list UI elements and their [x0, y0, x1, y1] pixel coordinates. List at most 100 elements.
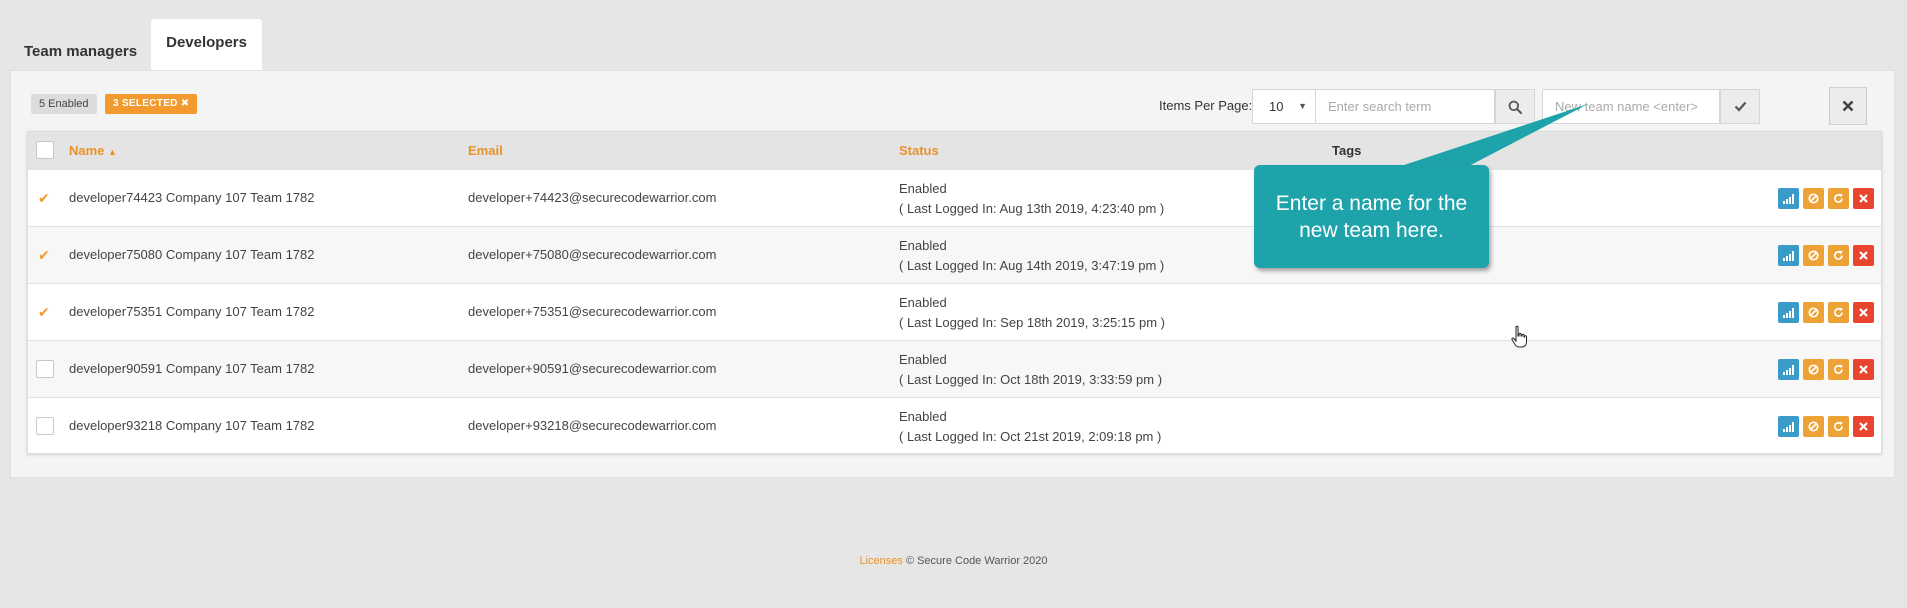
- times-icon: [1842, 100, 1854, 112]
- caret-down-icon: ▼: [1298, 101, 1307, 111]
- enabled-count-badge: 5 Enabled: [31, 94, 97, 114]
- delete-button[interactable]: [1853, 416, 1874, 437]
- reset-button[interactable]: [1828, 302, 1849, 323]
- row-name: developer75351 Company 107 Team 1782: [69, 304, 315, 319]
- table-row[interactable]: ✔ developer75351 Company 107 Team 1782 d…: [28, 283, 1881, 340]
- developers-table: Name ▲ Email Status Tags ✔ developer7442…: [27, 131, 1882, 454]
- row-email: developer+74423@securecodewarrior.com: [468, 190, 717, 205]
- developers-panel: 5 Enabled 3 SELECTED ✖ Items Per Page: 10…: [10, 70, 1895, 478]
- disable-button[interactable]: [1803, 188, 1824, 209]
- row-status: Enabled: [899, 409, 947, 424]
- refresh-icon: [1834, 421, 1843, 431]
- table-row[interactable]: developer90591 Company 107 Team 1782 dev…: [28, 340, 1881, 397]
- copyright-text: © Secure Code Warrior 2020: [905, 555, 1048, 567]
- reset-button[interactable]: [1828, 188, 1849, 209]
- delete-button[interactable]: [1853, 188, 1874, 209]
- column-header-tags: Tags: [1332, 143, 1362, 158]
- check-icon: [1734, 101, 1746, 112]
- disable-button[interactable]: [1803, 245, 1824, 266]
- row-status: Enabled: [899, 181, 947, 196]
- ban-icon: [1808, 307, 1819, 318]
- ban-icon: [1808, 193, 1819, 204]
- times-icon: [1859, 422, 1868, 431]
- new-team-name-input[interactable]: New team name <enter>: [1542, 89, 1720, 124]
- items-per-page-select[interactable]: 10 ▼: [1252, 89, 1316, 124]
- stats-button[interactable]: [1778, 416, 1799, 437]
- table-header: Name ▲ Email Status Tags: [28, 132, 1881, 169]
- refresh-icon: [1834, 364, 1843, 374]
- row-actions: [1778, 245, 1874, 266]
- checked-icon[interactable]: ✔: [38, 247, 50, 264]
- stats-icon: [1783, 364, 1794, 375]
- search-icon: [1508, 100, 1522, 114]
- row-checkbox[interactable]: [36, 360, 54, 378]
- reset-button[interactable]: [1828, 245, 1849, 266]
- reset-button[interactable]: [1828, 416, 1849, 437]
- stats-button[interactable]: [1778, 302, 1799, 323]
- column-header-email[interactable]: Email: [468, 143, 503, 158]
- close-button[interactable]: [1829, 87, 1867, 125]
- row-email: developer+75351@securecodewarrior.com: [468, 304, 717, 319]
- search-button[interactable]: [1495, 89, 1535, 124]
- footer: Licenses © Secure Code Warrior 2020: [0, 555, 1907, 567]
- stats-button[interactable]: [1778, 359, 1799, 380]
- delete-button[interactable]: [1853, 245, 1874, 266]
- stats-icon: [1783, 193, 1794, 204]
- row-actions: [1778, 302, 1874, 323]
- tab-bar: Team managers Developers: [10, 19, 262, 72]
- selected-count-badge[interactable]: 3 SELECTED ✖: [105, 94, 198, 114]
- row-email: developer+93218@securecodewarrior.com: [468, 418, 717, 433]
- tab-team-managers[interactable]: Team managers: [10, 19, 151, 72]
- stats-icon: [1783, 421, 1794, 432]
- stats-button[interactable]: [1778, 245, 1799, 266]
- row-name: developer93218 Company 107 Team 1782: [69, 418, 315, 433]
- callout-text: Enter a name for the new team here.: [1275, 191, 1468, 242]
- row-last-login: ( Last Logged In: Sep 18th 2019, 3:25:15…: [899, 315, 1165, 330]
- checked-icon[interactable]: ✔: [38, 190, 50, 207]
- table-row[interactable]: developer93218 Company 107 Team 1782 dev…: [28, 397, 1881, 454]
- stats-icon: [1783, 250, 1794, 261]
- selected-count-label: 3 SELECTED: [113, 98, 178, 109]
- ban-icon: [1808, 421, 1819, 432]
- select-all-checkbox[interactable]: [36, 141, 54, 159]
- table-row[interactable]: ✔ developer75080 Company 107 Team 1782 d…: [28, 226, 1881, 283]
- row-name: developer75080 Company 107 Team 1782: [69, 247, 315, 262]
- row-last-login: ( Last Logged In: Aug 14th 2019, 3:47:19…: [899, 258, 1165, 273]
- times-icon: [1859, 308, 1868, 317]
- table-row[interactable]: ✔ developer74423 Company 107 Team 1782 d…: [28, 169, 1881, 226]
- times-icon: [1859, 365, 1868, 374]
- row-email: developer+90591@securecodewarrior.com: [468, 361, 717, 376]
- checked-icon[interactable]: ✔: [38, 304, 50, 321]
- disable-button[interactable]: [1803, 359, 1824, 380]
- row-last-login: ( Last Logged In: Aug 13th 2019, 4:23:40…: [899, 201, 1165, 216]
- column-header-status[interactable]: Status: [899, 143, 939, 158]
- row-last-login: ( Last Logged In: Oct 21st 2019, 2:09:18…: [899, 429, 1162, 444]
- tab-developers[interactable]: Developers: [151, 19, 262, 72]
- hand-cursor-icon: [1511, 325, 1527, 348]
- stats-button[interactable]: [1778, 188, 1799, 209]
- row-name: developer90591 Company 107 Team 1782: [69, 361, 315, 376]
- ban-icon: [1808, 364, 1819, 375]
- row-status: Enabled: [899, 352, 947, 367]
- times-icon[interactable]: ✖: [181, 98, 190, 109]
- refresh-icon: [1834, 250, 1843, 260]
- row-email: developer+75080@securecodewarrior.com: [468, 247, 717, 262]
- tooltip-callout: Enter a name for the new team here.: [1254, 165, 1489, 268]
- delete-button[interactable]: [1853, 302, 1874, 323]
- disable-button[interactable]: [1803, 416, 1824, 437]
- row-name: developer74423 Company 107 Team 1782: [69, 190, 315, 205]
- reset-button[interactable]: [1828, 359, 1849, 380]
- column-header-name[interactable]: Name ▲: [69, 143, 117, 158]
- items-per-page-value: 10: [1269, 99, 1284, 114]
- delete-button[interactable]: [1853, 359, 1874, 380]
- row-checkbox[interactable]: [36, 417, 54, 435]
- create-team-button[interactable]: [1720, 89, 1760, 124]
- row-actions: [1778, 416, 1874, 437]
- times-icon: [1859, 194, 1868, 203]
- licenses-link[interactable]: Licenses: [859, 555, 902, 567]
- disable-button[interactable]: [1803, 302, 1824, 323]
- times-icon: [1859, 251, 1868, 260]
- refresh-icon: [1834, 193, 1843, 203]
- refresh-icon: [1834, 307, 1843, 317]
- search-input[interactable]: Enter search term: [1315, 89, 1495, 124]
